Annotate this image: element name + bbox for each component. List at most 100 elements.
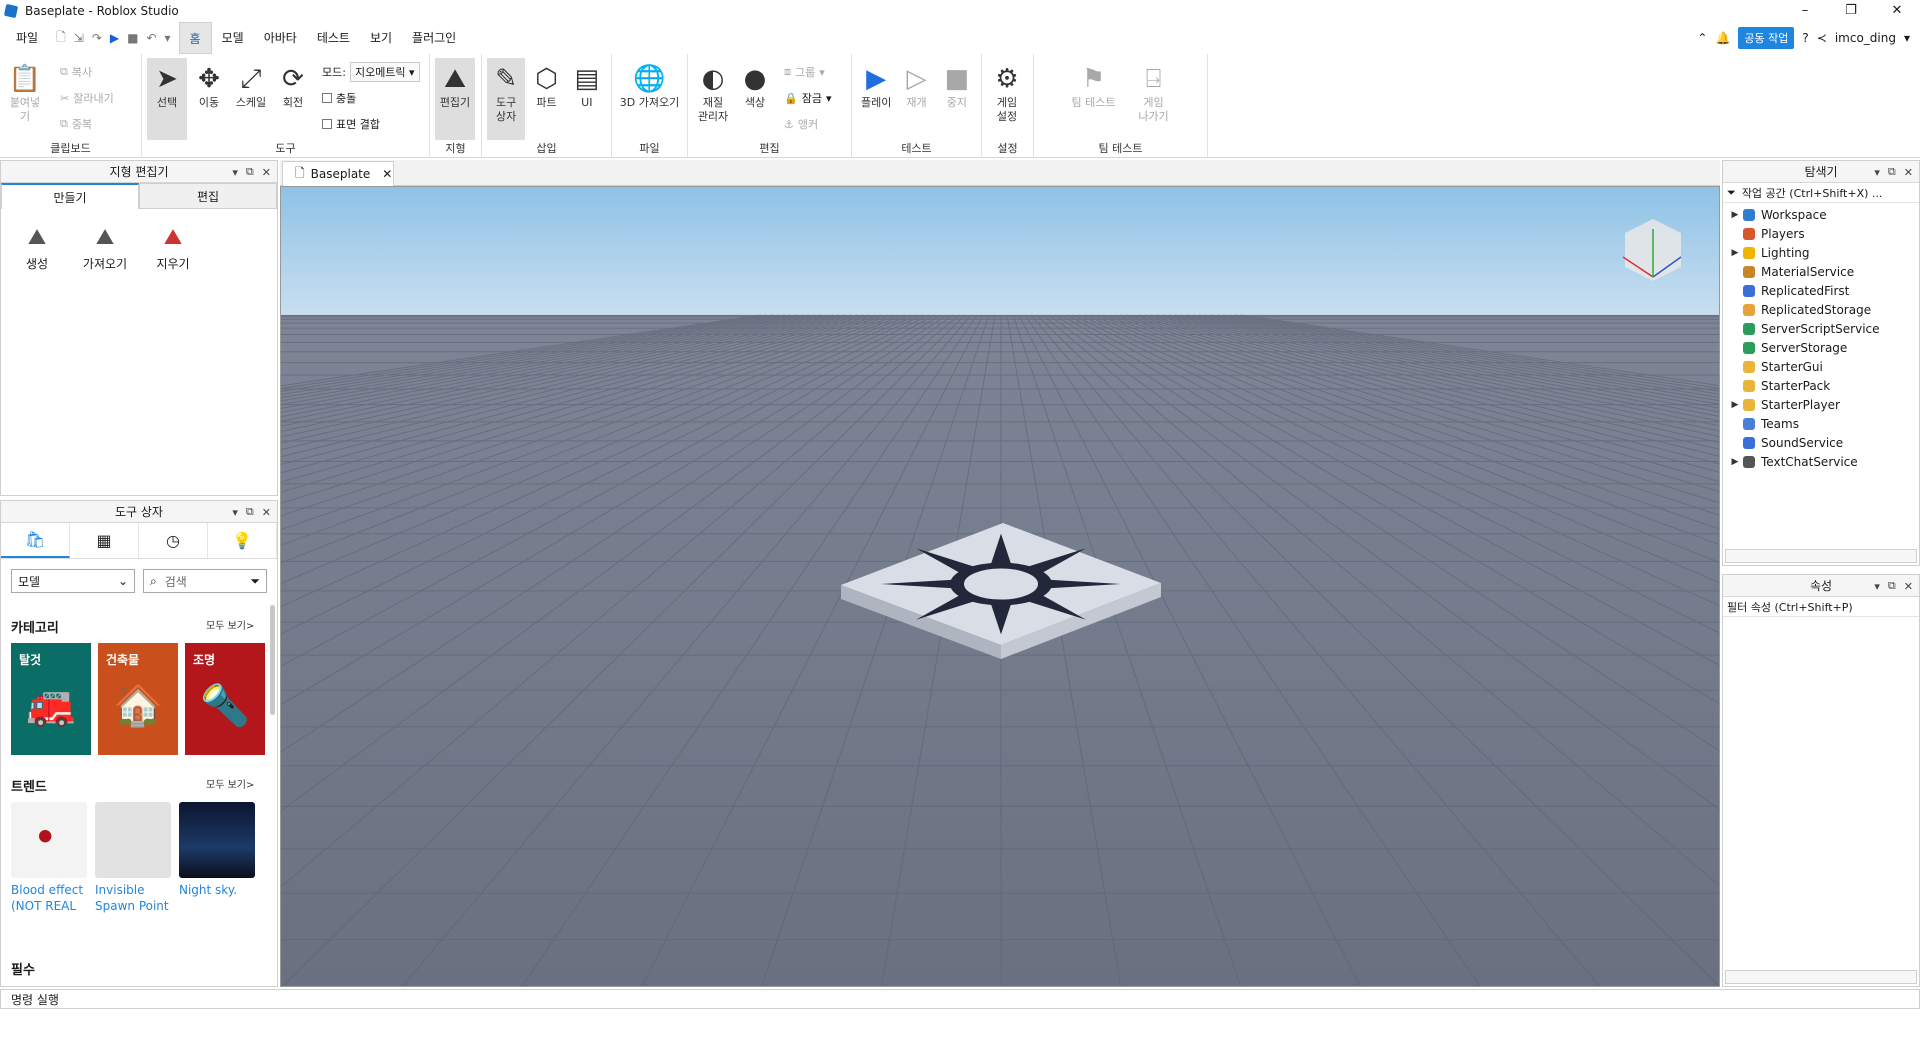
import-tool[interactable]: ⛰ 가져오기 [75, 221, 135, 272]
panel-menu-chevron-icon[interactable]: ▾ [232, 506, 238, 519]
inventory-tab[interactable]: ▦ [70, 523, 139, 558]
explorer-item[interactable]: ServerStorage [1727, 338, 1915, 357]
surface-join-toggle[interactable]: 표면 결합 [322, 114, 420, 134]
panel-menu-chevron-icon[interactable]: ▾ [1874, 580, 1880, 593]
color-button[interactable]: ● 색상 [735, 58, 775, 140]
command-bar-input[interactable]: 명령 실행 [0, 989, 1920, 1009]
help-icon[interactable]: ? [1802, 31, 1808, 45]
terrain-editor-button[interactable]: ⛰ 편집기 [435, 58, 475, 140]
move-tool-button[interactable]: ✥ 이동 [189, 58, 229, 140]
panel-close-icon[interactable]: ✕ [1904, 166, 1913, 179]
properties-filter-input[interactable]: 필터 속성 (Ctrl+Shift+P) [1723, 597, 1919, 617]
anchor-button[interactable]: ⚓ 앵커 [784, 114, 831, 134]
maximize-button[interactable]: ❐ [1828, 0, 1874, 22]
tab-home[interactable]: 홈 [178, 22, 212, 54]
explorer-horizontal-scrollbar[interactable] [1725, 549, 1917, 563]
creations-tab[interactable]: 💡 [208, 523, 277, 558]
ui-button[interactable]: ▤ UI [568, 58, 606, 140]
panel-close-icon[interactable]: ✕ [262, 506, 271, 519]
open-file-icon[interactable]: ⇲ [74, 31, 84, 45]
customize-icon[interactable]: ▾ [165, 31, 171, 45]
mode-dropdown[interactable]: 지오메트릭 ▾ [349, 62, 420, 82]
undock-icon[interactable]: ⧉ [246, 165, 254, 179]
trending-item-invisible-spawn[interactable]: Invisible Spawn Point [95, 802, 173, 914]
category-card-lighting[interactable]: 조명 🔦 [185, 643, 265, 755]
undock-icon[interactable]: ⧉ [246, 505, 254, 519]
tab-model[interactable]: 모델 [212, 22, 254, 54]
play-button[interactable]: ▶ 플레이 [857, 58, 895, 140]
cut-button[interactable]: ✂ 잘라내기 [60, 88, 114, 108]
explorer-item[interactable]: ReplicatedStorage [1727, 300, 1915, 319]
username[interactable]: imco_ding [1835, 31, 1896, 45]
undo-icon[interactable]: ↶ [146, 31, 156, 45]
menu-file[interactable]: 파일 [0, 22, 48, 54]
material-manager-button[interactable]: ◐ 재질 관리자 [693, 58, 733, 140]
duplicate-button[interactable]: ⧉ 중복 [60, 114, 114, 134]
panel-menu-chevron-icon[interactable]: ▾ [1874, 166, 1880, 179]
categories-see-all-link[interactable]: 모두 보기> [206, 617, 254, 632]
filter-icon[interactable]: ⏷ [250, 574, 260, 589]
properties-horizontal-scrollbar[interactable] [1725, 970, 1917, 984]
team-test-button[interactable]: ⚑ 팀 테스트 [1062, 58, 1126, 140]
explorer-item[interactable]: ▶ StarterPlayer [1727, 395, 1915, 414]
collision-toggle[interactable]: 충돌 [322, 88, 420, 108]
toolbox-search-input[interactable]: ⌕ 검색 ⏷ [143, 569, 267, 593]
scale-tool-button[interactable]: ⤢ 스케일 [231, 58, 271, 140]
tab-plugins[interactable]: 플러그인 [402, 22, 466, 54]
explorer-item[interactable]: ▶ Lighting [1727, 243, 1915, 262]
undock-icon[interactable]: ⧉ [1888, 579, 1896, 593]
expand-arrow-icon[interactable]: ▶ [1727, 248, 1743, 258]
explorer-item[interactable]: ▶ TextChatService [1727, 452, 1915, 471]
explorer-item[interactable]: StarterPack [1727, 376, 1915, 395]
rotate-tool-button[interactable]: ⟳ 회전 [273, 58, 313, 140]
copy-button[interactable]: ⧉ 복사 [60, 62, 114, 82]
collapse-ribbon-icon[interactable]: ⌃ [1697, 31, 1707, 45]
tab-edit[interactable]: 편집 [139, 183, 277, 209]
close-button[interactable]: ✕ [1874, 0, 1920, 22]
baseplate-doc-tab[interactable]: 🗋 Baseplate ✕ [282, 161, 394, 186]
category-card-vehicles[interactable]: 탈것 🚒 [11, 643, 91, 755]
panel-close-icon[interactable]: ✕ [1904, 580, 1913, 593]
select-tool-button[interactable]: ➤ 선택 [147, 58, 187, 140]
import-3d-button[interactable]: 🌐 3D 가져오기 [617, 58, 682, 140]
quick-play-icon[interactable]: ▶ [110, 31, 119, 45]
explorer-item[interactable]: StarterGui [1727, 357, 1915, 376]
explorer-item[interactable]: MaterialService [1727, 262, 1915, 281]
lock-button[interactable]: 🔒 잠금 ▾ [784, 88, 831, 108]
notification-bell-icon[interactable]: 🔔 [1715, 31, 1730, 45]
explorer-item[interactable]: Teams [1727, 414, 1915, 433]
game-settings-button[interactable]: ⚙ 게임 설정 [987, 58, 1027, 140]
redo-icon[interactable]: ↷ [92, 31, 102, 45]
panel-menu-chevron-icon[interactable]: ▾ [232, 166, 238, 179]
trending-item-night-sky[interactable]: Night sky. [179, 802, 257, 898]
panel-close-icon[interactable]: ✕ [262, 166, 271, 179]
tab-create[interactable]: 만들기 [1, 183, 139, 209]
expand-arrow-icon[interactable]: ▶ [1727, 457, 1743, 467]
explorer-item[interactable]: ServerScriptService [1727, 319, 1915, 338]
explorer-item[interactable]: Players [1727, 224, 1915, 243]
trending-see-all-link[interactable]: 모두 보기> [206, 776, 254, 791]
recent-tab[interactable]: ◷ [139, 523, 208, 558]
clear-tool[interactable]: ⛰ 지우기 [143, 221, 203, 272]
tab-close-icon[interactable]: ✕ [382, 167, 392, 181]
stop-button[interactable]: ■ 중지 [938, 58, 976, 140]
expand-arrow-icon[interactable]: ▶ [1727, 400, 1743, 410]
user-menu-chevron-down-icon[interactable]: ▾ [1904, 31, 1910, 45]
explorer-item[interactable]: ReplicatedFirst [1727, 281, 1915, 300]
tab-test[interactable]: 테스트 [307, 22, 360, 54]
expand-arrow-icon[interactable]: ▶ [1727, 210, 1743, 220]
collision-checkbox[interactable] [322, 93, 332, 103]
new-file-icon[interactable]: 🗋 [56, 28, 66, 49]
generate-tool[interactable]: ⛰ 생성 [7, 221, 67, 272]
explorer-filter-input[interactable]: ⏷ 작업 공간 (Ctrl+Shift+X) ... [1723, 183, 1919, 203]
marketplace-tab[interactable]: 🛍 [1, 523, 70, 558]
toolbox-scrollbar[interactable] [270, 605, 275, 715]
undock-icon[interactable]: ⧉ [1888, 165, 1896, 179]
3d-viewport[interactable] [280, 186, 1720, 987]
toolbox-button[interactable]: ✎ 도구 상자 [487, 58, 526, 140]
explorer-item[interactable]: SoundService [1727, 433, 1915, 452]
resume-button[interactable]: ▷ 재개 [897, 58, 935, 140]
quick-stop-icon[interactable]: ■ [127, 31, 138, 45]
collaborate-button[interactable]: 공동 작업 [1738, 27, 1795, 49]
group-button[interactable]: ⧈ 그룹 ▾ [784, 62, 831, 82]
